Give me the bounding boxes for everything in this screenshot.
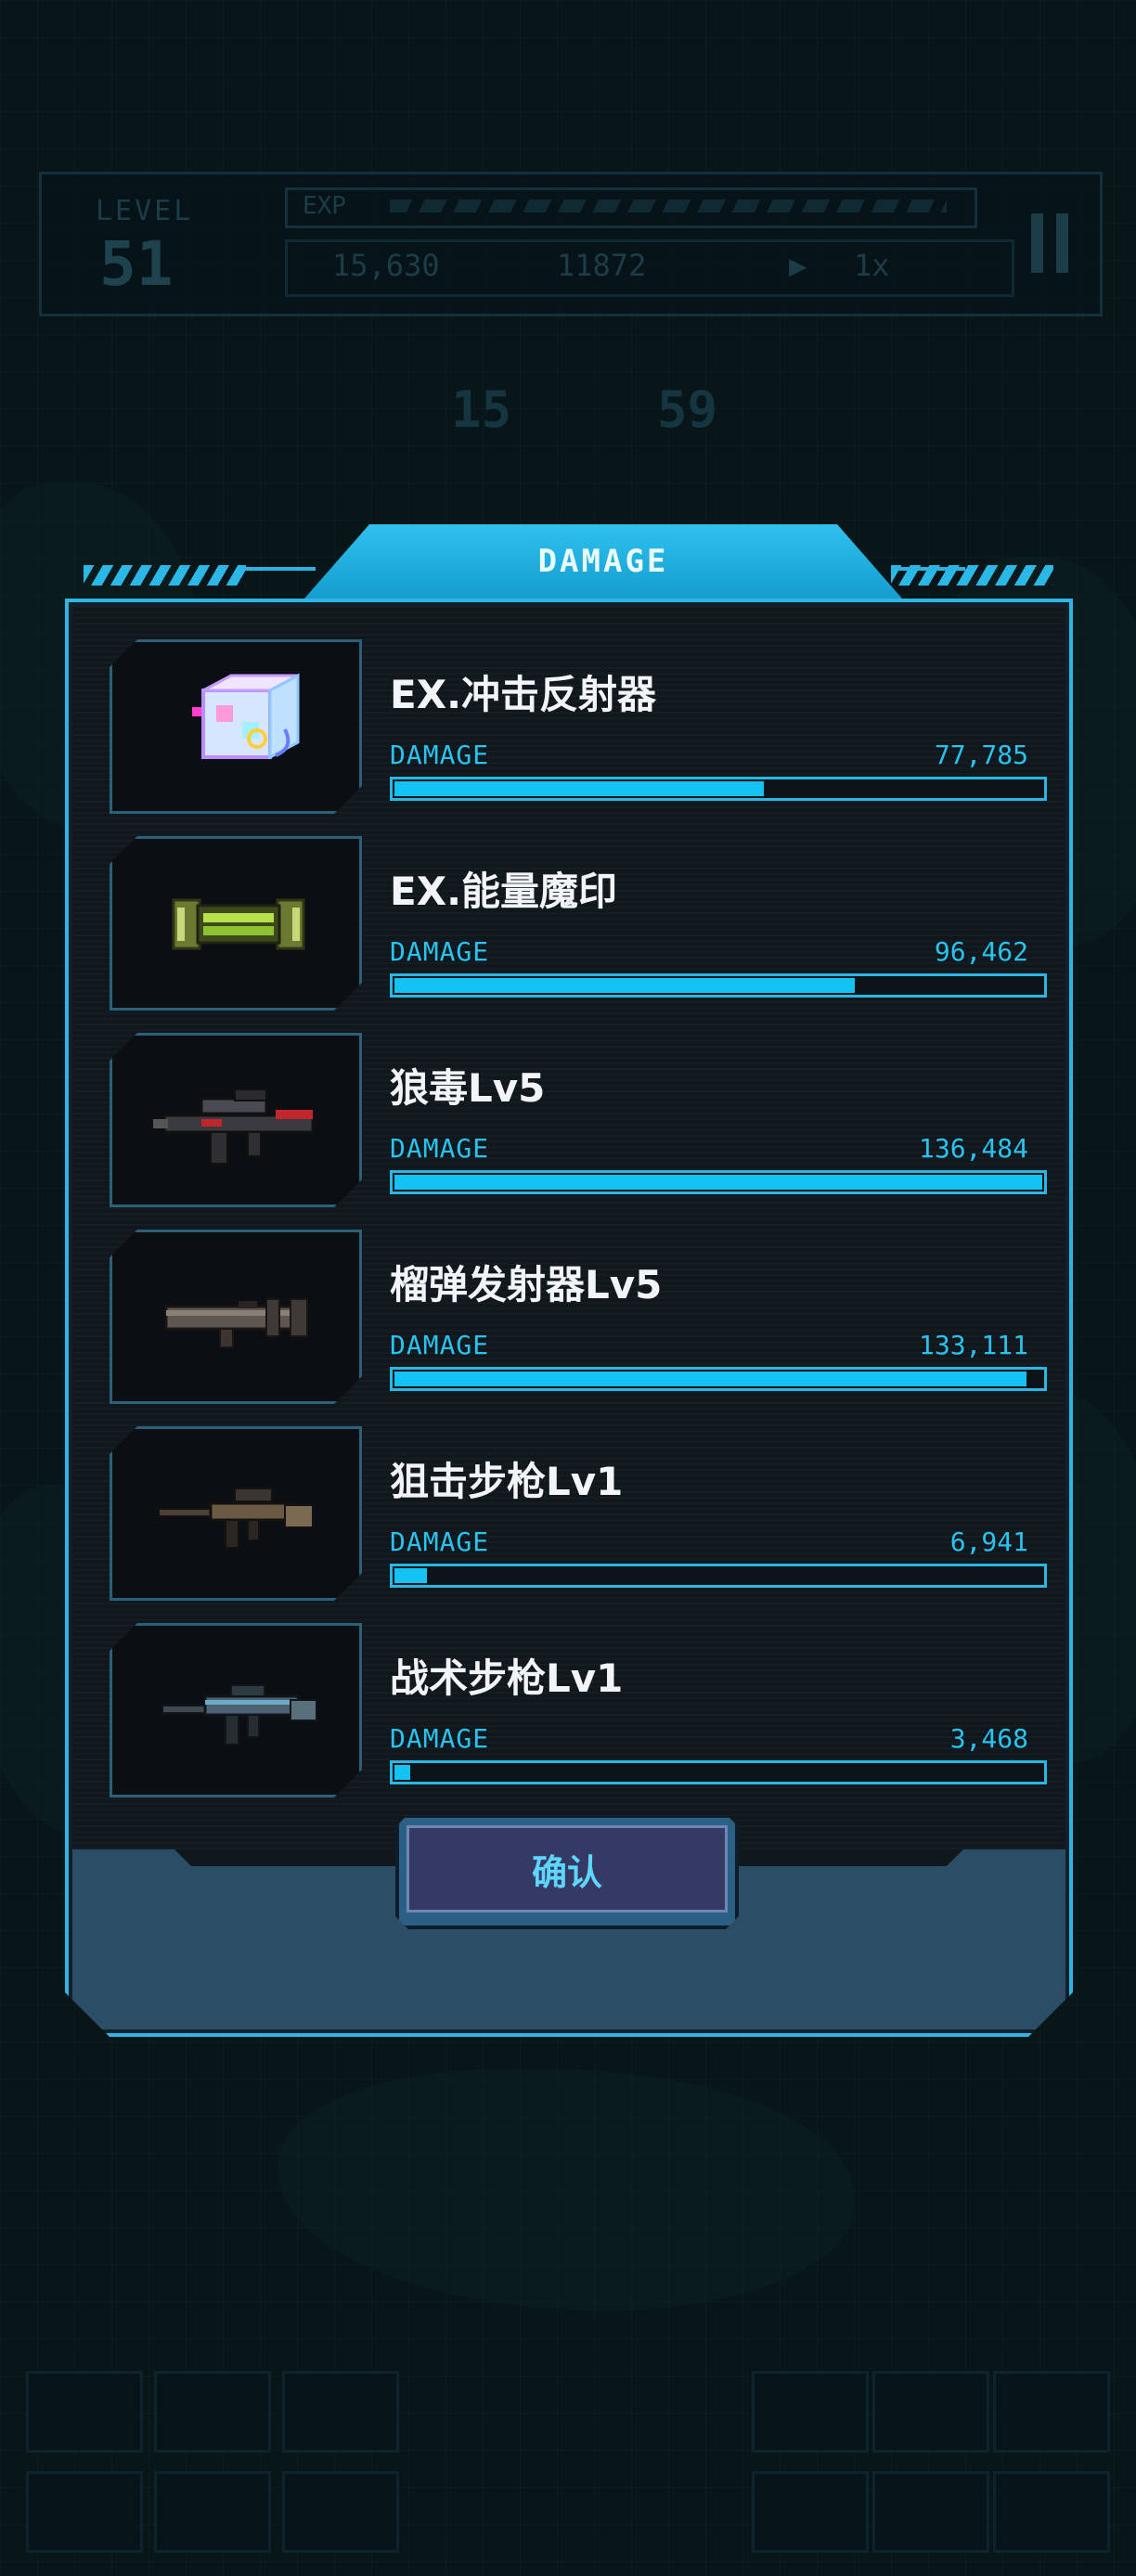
- list-item: 狼毒Lv5 DAMAGE 136,484: [110, 1033, 1043, 1207]
- item-thumbnail: [110, 836, 362, 1011]
- damage-bar-fill: [394, 978, 855, 993]
- assault-gun-icon: [146, 1058, 331, 1188]
- energy-canister-icon: [146, 861, 331, 991]
- damage-bar: [390, 973, 1047, 998]
- damage-value: 96,462: [934, 936, 1028, 967]
- damage-bar-fill: [394, 1175, 1042, 1190]
- confirm-button[interactable]: 确认: [395, 1814, 739, 1929]
- damage-bar-fill: [394, 1765, 410, 1780]
- damage-label: DAMAGE: [390, 936, 490, 967]
- item-thumbnail: [110, 1230, 362, 1404]
- damage-value: 77,785: [934, 740, 1028, 770]
- item-name: 狙击步枪Lv1: [390, 1459, 624, 1504]
- header-line: [241, 567, 316, 571]
- damage-bar: [390, 1564, 1047, 1588]
- item-name: 战术步枪Lv1: [390, 1655, 624, 1701]
- cube-reflector-icon: [146, 664, 331, 794]
- item-name: 狼毒Lv5: [390, 1065, 546, 1111]
- list-item: EX.能量魔印 DAMAGE 96,462: [110, 836, 1043, 1011]
- item-thumbnail: [110, 1426, 362, 1601]
- header-line: [891, 567, 965, 571]
- item-name: 榴弹发射器Lv5: [390, 1262, 663, 1307]
- list-item: 战术步枪Lv1 DAMAGE 3,468: [110, 1623, 1043, 1797]
- damage-value: 3,468: [949, 1723, 1028, 1754]
- damage-value: 133,111: [918, 1330, 1028, 1360]
- item-name: EX.冲击反射器: [390, 672, 657, 717]
- item-thumbnail: [110, 639, 362, 814]
- damage-bar: [390, 1170, 1047, 1194]
- tactical-rifle-icon: [146, 1648, 331, 1778]
- damage-label: DAMAGE: [390, 1133, 490, 1164]
- damage-label: DAMAGE: [390, 740, 490, 770]
- damage-bar: [390, 1760, 1047, 1784]
- sniper-rifle-icon: [146, 1451, 331, 1581]
- item-thumbnail: [110, 1033, 362, 1207]
- damage-list: EX.冲击反射器 DAMAGE 77,785 EX.能量魔印 DAMAGE 96…: [72, 606, 1065, 1849]
- dialog-title: DAMAGE: [537, 543, 669, 580]
- damage-value: 136,484: [918, 1133, 1028, 1164]
- damage-bar-fill: [394, 781, 764, 796]
- damage-bar: [390, 777, 1047, 801]
- list-item: 狙击步枪Lv1 DAMAGE 6,941: [110, 1426, 1043, 1601]
- confirm-button-face[interactable]: 确认: [407, 1825, 728, 1913]
- damage-value: 6,941: [949, 1526, 1028, 1557]
- header-hatch-left: [84, 565, 246, 586]
- damage-label: DAMAGE: [390, 1723, 490, 1754]
- dialog-header-tab: DAMAGE: [304, 524, 902, 599]
- damage-bar: [390, 1367, 1047, 1391]
- list-item: EX.冲击反射器 DAMAGE 77,785: [110, 639, 1043, 814]
- damage-label: DAMAGE: [390, 1330, 490, 1360]
- damage-bar-fill: [394, 1372, 1026, 1386]
- damage-bar-fill: [394, 1568, 427, 1583]
- list-item: 榴弹发射器Lv5 DAMAGE 133,111: [110, 1230, 1043, 1404]
- damage-label: DAMAGE: [390, 1526, 490, 1557]
- damage-dialog: DAMAGE EX.冲击反射器 DAMAGE 77,785 EX.能量魔印 DA…: [65, 524, 1073, 2037]
- grenade-launcher-icon: [146, 1255, 331, 1385]
- item-thumbnail: [110, 1623, 362, 1797]
- item-name: EX.能量魔印: [390, 869, 618, 914]
- confirm-label: 确认: [531, 1851, 602, 1893]
